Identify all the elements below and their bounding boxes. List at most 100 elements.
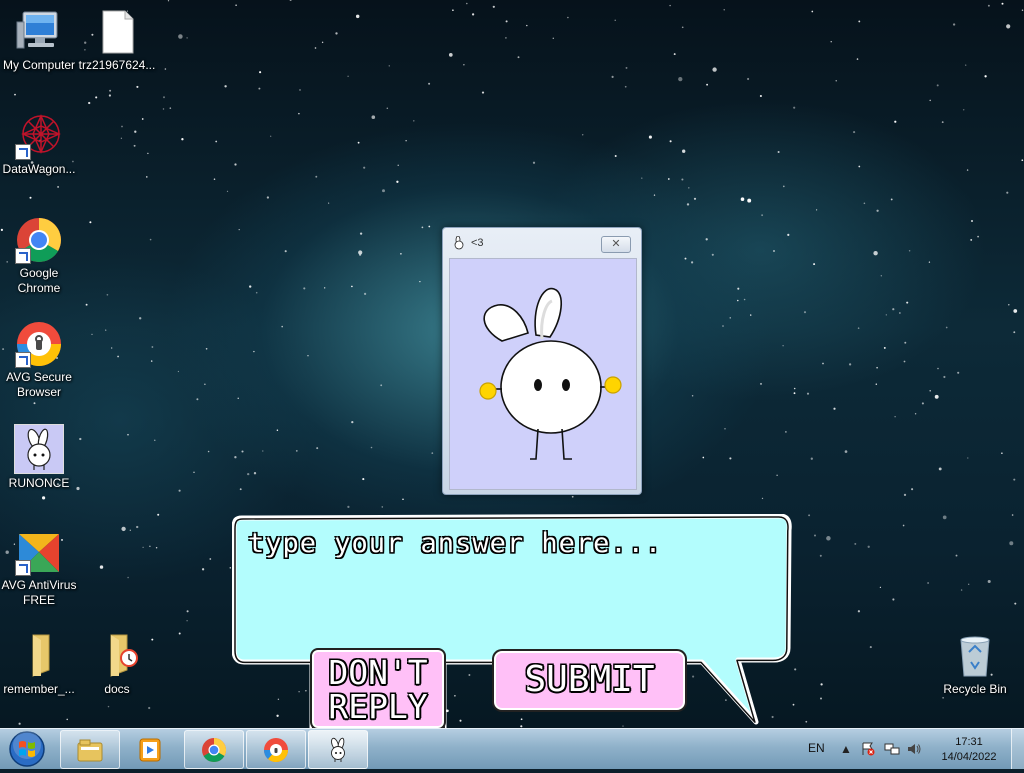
star	[857, 610, 861, 613]
taskbar-explorer[interactable]	[60, 730, 120, 769]
star	[463, 64, 465, 66]
star	[942, 515, 947, 520]
star	[259, 71, 262, 74]
star	[241, 450, 244, 453]
desktop-icon-avg-secure-browser[interactable]: AVG Secure Browser	[0, 320, 78, 400]
star	[239, 488, 242, 491]
desktop-icon-trz-file[interactable]: trz21967624...	[78, 8, 156, 73]
star	[85, 303, 88, 306]
star	[641, 177, 643, 179]
star	[363, 292, 367, 296]
desktop-icon-google-chrome[interactable]: Google Chrome	[0, 216, 78, 296]
star	[209, 558, 212, 560]
star	[711, 253, 714, 256]
taskbar-avg-browser[interactable]	[246, 730, 306, 769]
bunny-app-icon	[331, 737, 345, 762]
system-clock[interactable]: 17:31 14/04/2022	[934, 735, 1004, 765]
star	[164, 68, 167, 70]
star	[937, 367, 939, 370]
star	[1006, 191, 1009, 194]
desktop-icon-my-computer[interactable]: My Computer	[0, 8, 78, 73]
star	[226, 190, 229, 193]
volume-icon[interactable]	[906, 742, 922, 756]
star	[42, 496, 46, 500]
star	[335, 32, 338, 35]
desktop-icon-runonce[interactable]: RUNONCE	[0, 424, 78, 491]
desktop-icon-label: Recycle Bin	[943, 682, 1007, 696]
star	[966, 169, 969, 171]
shortcut-arrow-icon	[15, 560, 31, 576]
desktop-icon-docs-folder[interactable]: docs	[78, 632, 156, 697]
star	[532, 161, 536, 164]
star	[234, 456, 237, 459]
star	[328, 202, 330, 204]
desktop-icon-recycle-bin[interactable]: Recycle Bin	[936, 632, 1014, 697]
star	[820, 683, 823, 686]
star	[722, 325, 724, 327]
star	[960, 589, 963, 591]
action-center-flag-icon[interactable]	[860, 742, 876, 756]
star	[249, 285, 252, 288]
star	[448, 53, 453, 57]
star	[284, 250, 287, 253]
star	[402, 498, 404, 501]
star	[968, 583, 970, 585]
answer-input[interactable]: type your answer here...	[248, 528, 662, 559]
star	[370, 446, 373, 449]
taskbar-chrome[interactable]	[184, 730, 244, 769]
star	[186, 620, 188, 622]
star	[702, 456, 705, 459]
star	[987, 579, 991, 584]
star	[816, 209, 818, 211]
star	[1006, 24, 1011, 29]
star	[397, 164, 399, 166]
desktop-icon-datawagon[interactable]: DataWagon...	[0, 112, 78, 177]
star	[875, 383, 878, 385]
desktop-icon-avg-antivirus[interactable]: AVG AntiVirus FREE	[0, 528, 78, 608]
show-hidden-icons-icon[interactable]: ▲	[838, 742, 854, 756]
star	[66, 718, 68, 721]
star	[737, 299, 739, 302]
star	[743, 298, 746, 301]
star	[729, 457, 732, 460]
star	[669, 4, 671, 7]
star	[928, 261, 931, 263]
popup-window[interactable]: <3 ✕	[442, 227, 642, 495]
submit-button[interactable]: SUBMIT	[494, 651, 685, 710]
star	[967, 457, 969, 459]
star	[1014, 602, 1017, 605]
star	[266, 196, 270, 199]
star	[787, 233, 790, 236]
star	[169, 107, 172, 109]
taskbar-bunny-app[interactable]	[308, 730, 368, 769]
star	[686, 203, 690, 206]
star	[466, 2, 468, 5]
star	[943, 375, 946, 379]
dont-reply-button[interactable]: DON'T REPLY	[312, 650, 444, 728]
language-indicator[interactable]: EN	[808, 741, 825, 755]
star	[108, 94, 111, 97]
window-title: <3	[471, 237, 484, 249]
star	[321, 41, 324, 44]
star	[121, 526, 126, 532]
star	[945, 326, 948, 329]
show-desktop-button[interactable]	[1011, 729, 1024, 769]
star	[693, 197, 697, 200]
desktop-icon-remember-folder[interactable]: remember_...	[0, 632, 78, 697]
star	[1001, 2, 1004, 5]
bunny-app-icon	[452, 235, 466, 250]
star	[552, 37, 554, 39]
star	[653, 194, 656, 196]
taskbar-media-player[interactable]	[120, 730, 180, 769]
close-button[interactable]: ✕	[601, 236, 631, 253]
star	[167, 0, 170, 2]
start-button[interactable]	[4, 730, 50, 768]
shortcut-arrow-icon	[15, 352, 31, 368]
star	[157, 513, 160, 516]
star	[822, 362, 824, 365]
star	[793, 106, 796, 109]
network-icon[interactable]	[884, 742, 900, 756]
star	[281, 325, 283, 328]
star	[380, 384, 383, 387]
star	[890, 198, 893, 201]
